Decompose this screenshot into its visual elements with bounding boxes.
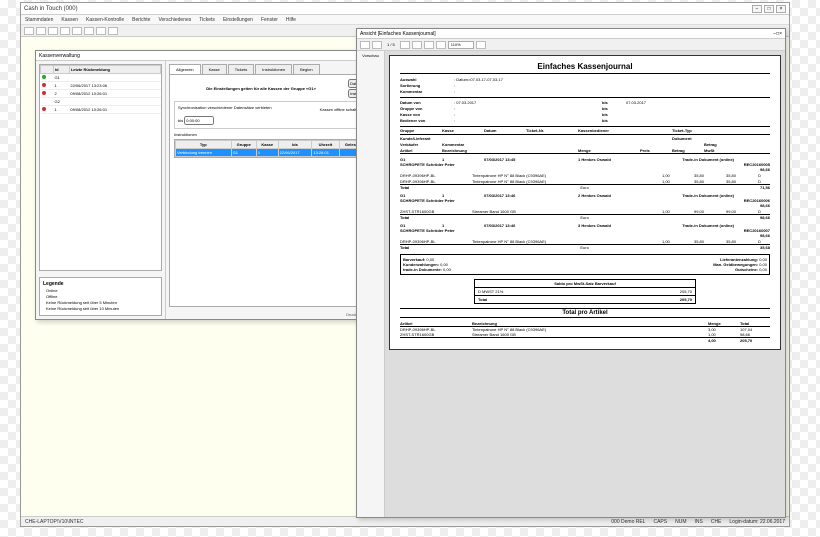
status-item: NUM (675, 519, 686, 525)
panel-heading: Die Einstellungen gelten für alle Kassen… (174, 86, 348, 91)
dialog-title-bar: Kassenverwaltung × (36, 51, 409, 61)
tab-allgemein[interactable]: Allgemein (169, 64, 201, 74)
toolbar-button[interactable] (72, 27, 82, 35)
legend: Legende Online Offline Keine Rückmeldung… (39, 277, 162, 316)
menu-item[interactable]: Stammdaten (25, 17, 53, 23)
tab-instruktionen[interactable]: Instruktionen (255, 64, 292, 74)
menu-item[interactable]: Einstellungen (223, 17, 253, 23)
report-title: Einfaches Kassenjournal (400, 62, 770, 74)
minimize-button[interactable]: − (752, 5, 762, 13)
mwst-box: Saldo pro MwSt-Satz Barverkauf D MWST 21… (474, 279, 696, 304)
kassen-list[interactable]: IdLetzte Rückmeldung G1 122/06/2017 13:2… (39, 64, 162, 271)
bis-time[interactable] (184, 116, 214, 125)
status-item: INS (694, 519, 702, 525)
menu-item[interactable]: Tickets (199, 17, 215, 23)
prev-page-button[interactable] (372, 41, 382, 49)
last-page-button[interactable] (412, 41, 422, 49)
document-area[interactable]: Einfaches Kassenjournal Auswahl: Datum=0… (385, 51, 785, 517)
report-page: Einfaches Kassenjournal Auswahl: Datum=0… (389, 55, 781, 350)
status-left: CHE-LAPTOP\V10\INTEC (25, 519, 84, 525)
viewer-toolbar: 1 / 5 (357, 39, 785, 51)
status-item: CHE (711, 519, 722, 525)
toolbar-button[interactable] (36, 27, 46, 35)
next-page-button[interactable] (400, 41, 410, 49)
list-row[interactable]: G2 (41, 98, 161, 106)
menu-item[interactable]: Fenster (261, 17, 278, 23)
status-dot (42, 83, 46, 87)
export-button[interactable] (436, 41, 446, 49)
toolbar-button[interactable] (48, 27, 58, 35)
viewer-sidebar[interactable]: Vorschau (357, 51, 385, 517)
menu-item[interactable]: Berichte (132, 17, 150, 23)
status-item: CAPS (653, 519, 667, 525)
status-dot (42, 107, 46, 111)
toolbar-button[interactable] (84, 27, 94, 35)
zoom-select[interactable] (448, 41, 474, 49)
list-row[interactable]: G1 (41, 74, 161, 82)
zoom-button[interactable] (476, 41, 486, 49)
toolbar-button[interactable] (60, 27, 70, 35)
menu-item[interactable]: Kassen-Kontrolle (86, 17, 124, 23)
toolbar-button[interactable] (108, 27, 118, 35)
totals-box: Barverkauf: 0,00Lieferantenzahlung: 0,00… (400, 254, 770, 275)
dialog-title: Kassenverwaltung (39, 53, 80, 59)
list-row[interactable]: 122/06/2017 13:23:06 (41, 82, 161, 90)
main-title-bar: Cash in Touch (000) − □ × (21, 3, 789, 15)
tab-beginn[interactable]: Beginn (293, 64, 319, 74)
status-item: 000 Demo REL (611, 519, 645, 525)
close-icon[interactable]: × (779, 31, 782, 37)
viewer-title: Ansicht [Einfaches Kassenjournal] (360, 31, 436, 37)
status-item: Login-datum: 22.06.2017 (729, 519, 785, 525)
toolbar-button[interactable] (96, 27, 106, 35)
menu-item[interactable]: Hilfe (286, 17, 296, 23)
status-dot (42, 75, 46, 79)
list-row[interactable]: 109/08/2012 10:26:01 (41, 106, 161, 114)
tab-kasse[interactable]: Kasse (202, 64, 227, 74)
status-dot (42, 91, 46, 95)
toolbar-button[interactable] (24, 27, 34, 35)
print-button[interactable] (424, 41, 434, 49)
list-row[interactable]: 209/08/2012 10:26:01 (41, 90, 161, 98)
menu-item[interactable]: Verschiedenes (158, 17, 191, 23)
close-button[interactable]: × (776, 5, 786, 13)
first-page-button[interactable] (360, 41, 370, 49)
kassen-dialog: Kassenverwaltung × IdLetzte Rückmeldung … (35, 50, 410, 320)
menu-bar: Stammdaten Kassen Kassen-Kontrolle Beric… (21, 15, 789, 25)
tab-tickets[interactable]: Tickets (228, 64, 255, 74)
section-heading: Total pro Artikel (400, 308, 770, 318)
viewer-title-bar: Ansicht [Einfaches Kassenjournal] −□× (357, 29, 785, 39)
menu-item[interactable]: Kassen (61, 17, 78, 23)
maximize-button[interactable]: □ (764, 5, 774, 13)
main-title: Cash in Touch (000) (24, 6, 78, 12)
page-indicator: 1 / 5 (387, 42, 395, 47)
report-viewer: Ansicht [Einfaches Kassenjournal] −□× 1 … (356, 28, 786, 518)
